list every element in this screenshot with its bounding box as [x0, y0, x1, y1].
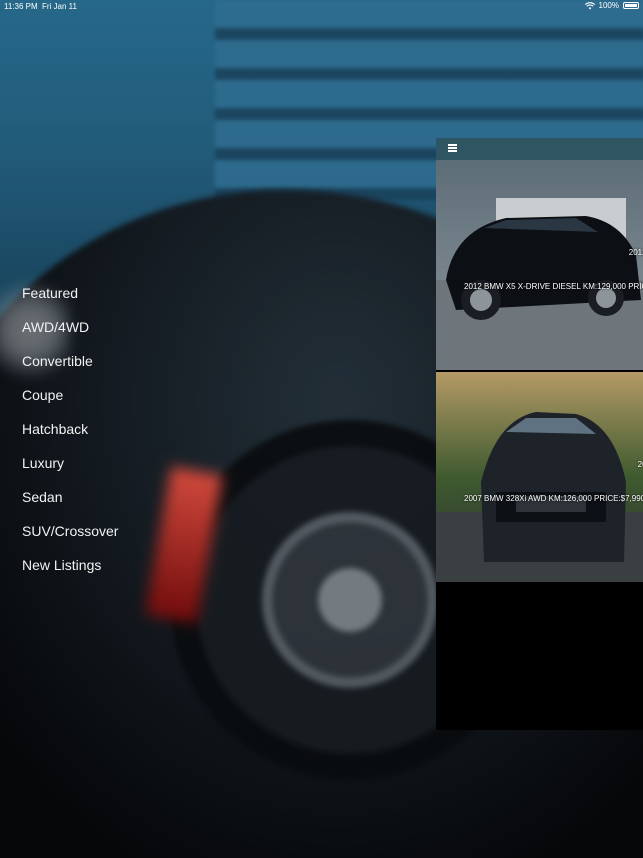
status-date: Fri Jan 11 [42, 2, 77, 11]
listing-card[interactable]: 2012 I 2012 BMW X5 X-DRIVE DIESEL KM:129… [436, 160, 643, 370]
battery-percent: 100% [598, 1, 619, 10]
status-right: 100% [584, 1, 639, 10]
navigation-bar [436, 138, 643, 160]
hamburger-icon[interactable] [448, 144, 457, 152]
car-photo [436, 372, 643, 582]
status-bar: 11:36 PM Fri Jan 11 100% [0, 0, 643, 14]
listings-panel: 2012 I 2012 BMW X5 X-DRIVE DIESEL KM:129… [436, 138, 643, 730]
battery-icon [623, 2, 639, 9]
menu-item-suv-crossover[interactable]: SUV/Crossover [22, 521, 118, 555]
menu-item-convertible[interactable]: Convertible [22, 351, 118, 385]
listing-card[interactable]: 200 2007 BMW 328Xi AWD KM:126,000 PRICE:… [436, 372, 643, 582]
status-time: 11:36 PM [4, 2, 38, 11]
empty-area [436, 582, 643, 730]
menu-item-awd-4wd[interactable]: AWD/4WD [22, 317, 118, 351]
wifi-icon [584, 1, 595, 9]
menu-item-hatchback[interactable]: Hatchback [22, 419, 118, 453]
menu-item-luxury[interactable]: Luxury [22, 453, 118, 487]
car-photo [436, 160, 643, 370]
listing-badge: 2012 I [628, 248, 643, 257]
listing-title: 2012 BMW X5 X-DRIVE DIESEL KM:129,000 PR… [464, 282, 643, 291]
menu-item-new-listings[interactable]: New Listings [22, 555, 118, 589]
listing-title: 2007 BMW 328Xi AWD KM:126,000 PRICE:$7,9… [464, 494, 643, 503]
menu-item-sedan[interactable]: Sedan [22, 487, 118, 521]
category-menu: Featured AWD/4WD Convertible Coupe Hatch… [22, 283, 118, 589]
listing-badge: 200 [637, 460, 643, 469]
menu-item-featured[interactable]: Featured [22, 283, 118, 317]
menu-item-coupe[interactable]: Coupe [22, 385, 118, 419]
